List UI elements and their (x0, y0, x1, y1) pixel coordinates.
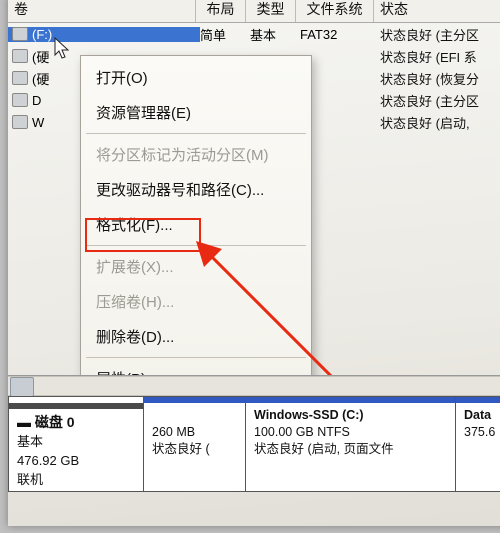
menu-mark-active: 将分区标记为活动分区(M) (82, 137, 310, 172)
col-layout[interactable]: 布局 (196, 0, 246, 22)
volume-list-header: 卷 布局 类型 文件系统 状态 (8, 0, 500, 23)
cell-status: 状态良好 (恢复分 (378, 69, 500, 88)
disk-info[interactable]: ▬ 磁盘 0 基本 476.92 GB 联机 (8, 396, 144, 492)
part-name: Data (464, 408, 491, 422)
menu-separator (86, 245, 306, 246)
menu-explorer[interactable]: 资源管理器(E) (82, 95, 310, 130)
cell-fs: FAT32 (300, 27, 378, 42)
col-volume[interactable]: 卷 (8, 0, 196, 22)
part-size: 100.00 GB NTFS (254, 425, 350, 439)
context-menu: 打开(O) 资源管理器(E) 将分区标记为活动分区(M) 更改驱动器号和路径(C… (80, 55, 312, 376)
partition[interactable]: 260 MB 状态良好 ( (144, 396, 246, 492)
menu-open[interactable]: 打开(O) (82, 60, 310, 95)
col-filesystem[interactable]: 文件系统 (296, 0, 374, 22)
disk-basic: 基本 (17, 434, 43, 449)
cell-layout: 简单 (200, 25, 250, 44)
menu-separator (86, 357, 306, 358)
part-size: 375.6 (464, 425, 495, 439)
part-status: 状态良好 (启动, 页面文件 (254, 442, 394, 456)
menu-separator (86, 133, 306, 134)
disk-label: 磁盘 0 (35, 414, 75, 430)
cell-status: 状态良好 (启动, (378, 113, 500, 132)
volume-icon (12, 71, 28, 85)
volume-label: (硬 (32, 47, 49, 66)
menu-delete[interactable]: 删除卷(D)... (82, 319, 310, 354)
col-status[interactable]: 状态 (374, 0, 500, 22)
scrollbar-horizontal[interactable] (8, 376, 500, 396)
part-size: 260 MB (152, 425, 195, 439)
cell-status: 状态良好 (EFI 系 (378, 47, 500, 66)
volume-row[interactable]: (F:) 简单 基本 FAT32 状态良好 (主分区 (8, 23, 500, 45)
menu-extend: 扩展卷(X)... (82, 249, 310, 284)
disk-mgmt-window: 卷 布局 类型 文件系统 状态 (F:) 简单 基本 FAT32 状态良好 (主… (8, 0, 500, 526)
cell-status: 状态良好 (主分区 (378, 25, 500, 44)
col-type[interactable]: 类型 (246, 0, 296, 22)
volume-label: D (32, 93, 41, 108)
part-name: Windows-SSD (C:) (254, 408, 364, 422)
menu-shrink: 压缩卷(H)... (82, 284, 310, 319)
cell-status: 状态良好 (主分区 (378, 91, 500, 110)
volume-label: (硬 (32, 69, 49, 88)
volume-icon (12, 49, 28, 63)
disk-size: 476.92 GB (17, 453, 79, 468)
menu-format[interactable]: 格式化(F)... (82, 207, 310, 242)
cell-type: 基本 (250, 25, 300, 44)
partition[interactable]: Data 375.6 (456, 396, 500, 492)
disk-online: 联机 (17, 472, 43, 487)
partition[interactable]: Windows-SSD (C:) 100.00 GB NTFS 状态良好 (启动… (246, 396, 456, 492)
part-status: 状态良好 ( (152, 442, 210, 456)
volume-icon (12, 27, 28, 41)
disk-map: ▬ 磁盘 0 基本 476.92 GB 联机 260 MB 状态良好 ( Win… (8, 396, 500, 492)
menu-change-letter[interactable]: 更改驱动器号和路径(C)... (82, 172, 310, 207)
volume-icon (12, 93, 28, 107)
volume-list: (F:) 简单 基本 FAT32 状态良好 (主分区 (硬 状态良好 (EFI … (8, 23, 500, 376)
volume-icon (12, 115, 28, 129)
volume-label: W (32, 115, 44, 130)
scrollbar-thumb[interactable] (10, 377, 34, 397)
volume-label: (F:) (32, 27, 52, 42)
menu-properties[interactable]: 属性(P) (82, 361, 310, 376)
